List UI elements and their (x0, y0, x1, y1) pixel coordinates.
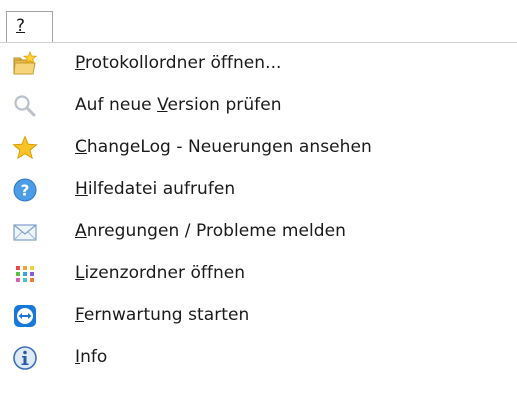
menu-item-label: Fernwartung starten (75, 305, 250, 325)
menu-item-help-file[interactable]: ? Hilfedatei aufrufen (6, 169, 517, 211)
svg-text:?: ? (21, 182, 30, 200)
help-menu-tab[interactable]: ? (6, 11, 53, 43)
info-icon (13, 346, 37, 370)
menu-item-label: Anregungen / Probleme melden (75, 221, 346, 241)
menu-item-label: Lizenzordner öffnen (75, 263, 246, 283)
menu-item-remote-support[interactable]: Fernwartung starten (6, 295, 517, 337)
mail-icon (13, 224, 37, 241)
menu-item-label: Hilfedatei aufrufen (75, 179, 236, 199)
menu-item-version-check[interactable]: Auf neue Version prüfen (6, 85, 517, 127)
star-icon (12, 135, 38, 160)
menu-item-label: ChangeLog - Neuerungen ansehen (75, 137, 372, 157)
menu-item-label: Auf neue Version prüfen (75, 95, 282, 115)
help-icon: ? (13, 178, 37, 202)
teamviewer-icon (14, 305, 36, 327)
menu-item-info[interactable]: Info (6, 337, 517, 379)
menu-item-license-folder[interactable]: Lizenzordner öffnen (6, 253, 517, 295)
menu-bar: ? (0, 0, 517, 43)
menu-item-label: Info (75, 347, 108, 367)
help-dropdown-menu: Protokollordner öffnen... Auf neue Versi… (6, 43, 517, 398)
help-menu-label: ? (16, 16, 26, 36)
license-grid-icon (16, 266, 34, 282)
menu-item-feedback[interactable]: Anregungen / Probleme melden (6, 211, 517, 253)
search-icon (14, 95, 36, 117)
menu-item-label: Protokollordner öffnen... (75, 53, 282, 73)
menu-item-changelog[interactable]: ChangeLog - Neuerungen ansehen (6, 127, 517, 169)
folder-star-icon (13, 51, 38, 75)
menu-item-protokollordner[interactable]: Protokollordner öffnen... (6, 43, 517, 85)
